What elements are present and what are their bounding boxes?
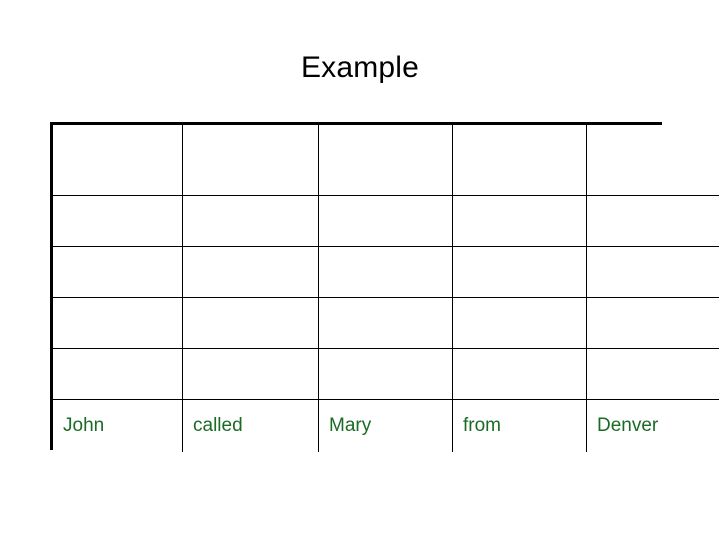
table-cell[interactable] [586,245,719,298]
table-cell[interactable] [318,296,453,349]
table-cell[interactable] [182,245,319,298]
table-row [53,245,719,298]
table-cell[interactable] [53,296,183,349]
table-cell[interactable] [452,194,587,247]
table-cell[interactable] [53,245,183,298]
table-cell[interactable] [452,125,587,196]
table-cell[interactable] [318,125,453,196]
parse-table-grid: John called Mary from Denver [53,125,719,452]
table-cell[interactable] [318,194,453,247]
table-cell-word-5[interactable]: Denver [586,398,719,452]
table-row [53,347,719,400]
table-cell[interactable] [586,194,719,247]
parse-table-body: John called Mary from Denver [53,125,719,452]
table-cell-word-4[interactable]: from [452,398,587,452]
table-cell[interactable] [53,125,183,196]
table-row [53,296,719,349]
page-title: Example [300,51,420,84]
table-cell[interactable] [182,194,319,247]
table-cell[interactable] [318,245,453,298]
table-cell[interactable] [318,347,453,400]
parse-table: John called Mary from Denver [50,122,719,452]
table-cell-word-2[interactable]: called [182,398,319,452]
table-cell[interactable] [182,296,319,349]
table-cell[interactable] [586,125,719,196]
table-cell[interactable] [452,296,587,349]
table-cell[interactable] [182,347,319,400]
table-cell-word-3[interactable]: Mary [318,398,453,452]
table-cell[interactable] [452,347,587,400]
table-cell[interactable] [53,194,183,247]
table-row [53,194,719,247]
table-cell[interactable] [586,347,719,400]
table-cell[interactable] [452,245,587,298]
table-cell[interactable] [182,125,319,196]
table-row [53,125,719,196]
table-row: John called Mary from Denver [53,398,719,452]
table-cell[interactable] [586,296,719,349]
table-cell[interactable] [53,347,183,400]
slide-canvas: Example John called Mary from Denver [0,0,720,540]
table-cell-word-1[interactable]: John [53,398,183,452]
